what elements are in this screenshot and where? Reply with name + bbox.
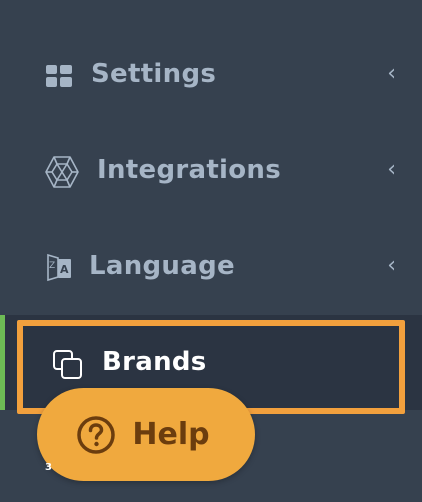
chevron-left-icon: ‹ xyxy=(387,61,396,86)
polyhedron-icon xyxy=(45,156,79,188)
sidebar-item-language[interactable]: Z A Language ‹ xyxy=(0,220,422,316)
sidebar-item-label: Brands xyxy=(102,347,207,377)
svg-text:A: A xyxy=(60,263,69,276)
translate-icon: Z A xyxy=(46,253,72,283)
help-label: Help xyxy=(132,417,210,452)
svg-text:Z: Z xyxy=(49,261,55,271)
question-circle-icon xyxy=(77,415,116,454)
chevron-left-icon: ‹ xyxy=(387,157,396,182)
help-button[interactable]: Help xyxy=(37,388,255,481)
sidebar-item-integrations[interactable]: Integrations ‹ xyxy=(0,124,422,220)
active-indicator xyxy=(0,315,5,410)
sidebar-item-label: Integrations xyxy=(97,155,282,185)
sidebar-item-settings[interactable]: Settings ‹ xyxy=(0,28,422,124)
copy-icon xyxy=(53,350,83,380)
sidebar-nav: Settings ‹ Integrations ‹ Z A Language ‹… xyxy=(0,0,422,502)
grid-icon xyxy=(46,65,72,87)
count-badge: 3 xyxy=(45,462,52,473)
sidebar-item-label: Settings xyxy=(91,59,217,89)
sidebar-item-label: Language xyxy=(89,251,235,281)
chevron-left-icon: ‹ xyxy=(387,253,396,278)
